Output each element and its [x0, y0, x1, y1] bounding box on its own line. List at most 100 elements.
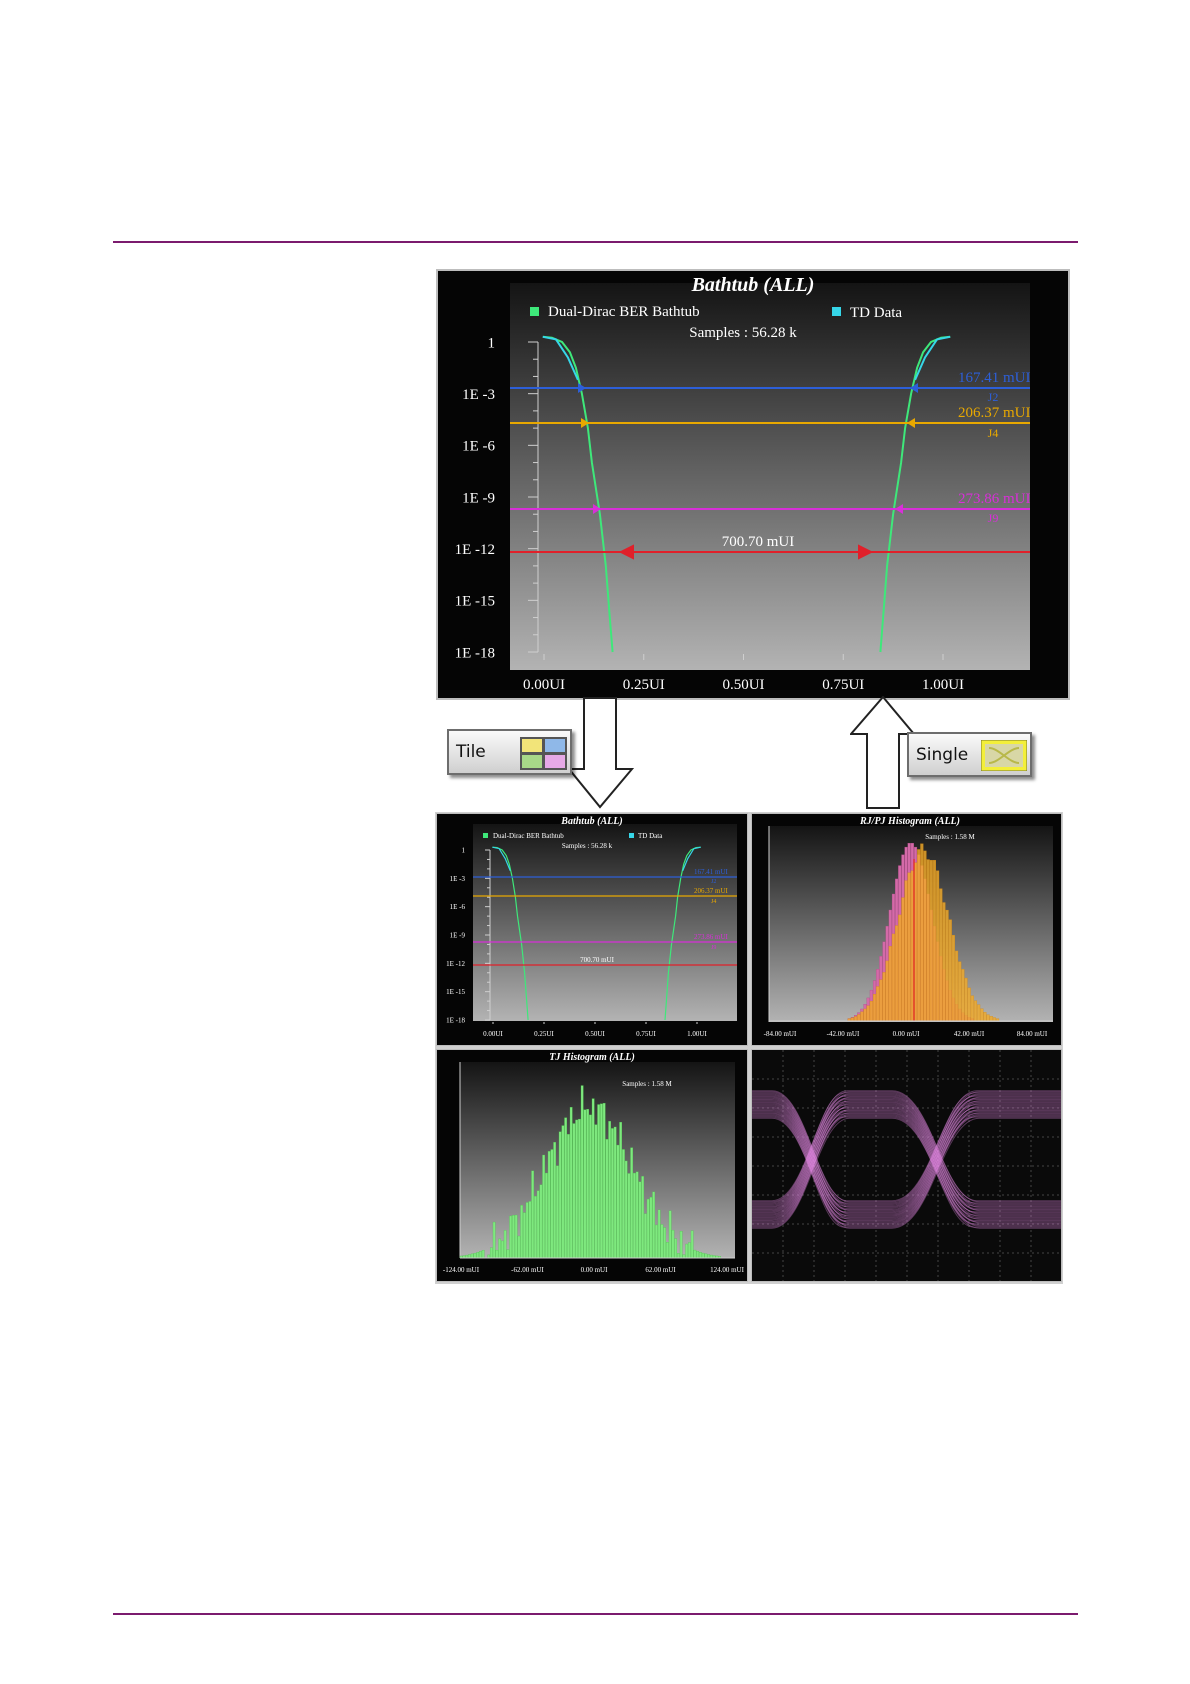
rjpj-orange-bar: [920, 843, 924, 1022]
tj-bar: [476, 1252, 479, 1259]
x-tick-label: 0.75UI: [822, 677, 864, 693]
rjpj-orange-bar: [866, 1005, 870, 1022]
tj-bar: [561, 1125, 565, 1259]
tj-bar: [536, 1190, 540, 1259]
down-arrow-icon: [568, 697, 634, 809]
rjpj-orange-bar: [945, 909, 949, 1022]
tj-bar: [567, 1134, 570, 1259]
tj-bar: [611, 1128, 614, 1259]
rjpj-title: RJ/PJ Histogram (ALL): [859, 816, 960, 827]
tj-bar: [520, 1205, 523, 1259]
tj-bar: [688, 1242, 691, 1259]
tile-eye-opening-label: 700.70 mUI: [580, 956, 615, 964]
tile-legend-td-swatch: [629, 833, 634, 838]
y-tick-label: 1E -3: [462, 387, 495, 403]
plot-area: [510, 283, 1030, 670]
single-button[interactable]: Single: [907, 732, 1032, 777]
tj-bar: [479, 1251, 482, 1259]
tj-bar: [649, 1197, 653, 1259]
rjpj-orange-bar: [986, 1014, 990, 1022]
tile-j2-value: 167.41 mUI: [694, 868, 729, 876]
rjpj-orange-bar: [929, 860, 933, 1022]
rjpj-x-tick-label: 84.00 mUI: [1017, 1030, 1048, 1038]
rjpj-orange-bar: [967, 987, 971, 1022]
rjpj-orange-bar: [888, 946, 892, 1022]
rjpj-orange-bar: [917, 849, 921, 1022]
y-tick-label: 1E -12: [446, 960, 465, 968]
tile-legend-td-label: TD Data: [638, 832, 663, 840]
tj-bar: [627, 1173, 631, 1259]
tj-bar: [503, 1230, 507, 1259]
tj-histogram-chart: TJ Histogram (ALL) Samples : 1.58 M -124…: [443, 1052, 745, 1274]
rjpj-orange-bar: [860, 1011, 864, 1022]
tj-bar: [657, 1209, 661, 1259]
rjpj-orange-bar: [970, 995, 974, 1022]
tile-bathtub-title: Bathtub (ALL): [560, 816, 622, 827]
tile-legend-bathtub-swatch: [483, 833, 488, 838]
tile-button-label: Tile: [456, 742, 486, 762]
tj-bar: [608, 1121, 611, 1259]
rjpj-orange-bar: [857, 1014, 861, 1022]
tj-bar: [591, 1098, 595, 1259]
tj-bar: [542, 1154, 545, 1259]
legend-bathtub-swatch: [530, 307, 539, 316]
bathtub-chart: Bathtub (ALL) Dual-Dirac BER Bathtub TD …: [455, 274, 1031, 693]
rjpj-x-tick-label: -84.00 mUI: [764, 1030, 797, 1038]
tj-bar: [644, 1213, 647, 1259]
tj-bar: [534, 1195, 537, 1259]
tile-samples-label: Samples : 56.28 k: [562, 842, 613, 850]
tj-bar: [569, 1107, 573, 1259]
tj-bar: [495, 1249, 499, 1259]
tj-samples: Samples : 1.58 M: [622, 1080, 672, 1088]
samples-label: Samples : 56.28 k: [689, 325, 797, 341]
tj-bar: [652, 1191, 655, 1259]
tj-bar: [605, 1139, 609, 1259]
tj-bar: [547, 1151, 551, 1259]
y-tick-label: 1E -9: [462, 490, 495, 506]
tj-bar: [655, 1224, 658, 1259]
tj-bar: [556, 1165, 559, 1259]
tj-x-tick-label: -124.00 mUI: [443, 1266, 480, 1274]
tile-bathtub-plot-area: [473, 824, 737, 1021]
tj-bar: [473, 1252, 477, 1259]
tile-bathtub: Bathtub (ALL) Dual-Dirac BER Bathtub TD …: [436, 813, 748, 1046]
tj-bar: [679, 1231, 683, 1259]
rjpj-orange-bar: [964, 977, 968, 1022]
tj-bar: [525, 1202, 529, 1259]
tj-bar: [580, 1085, 584, 1259]
rjpj-orange-bar: [936, 870, 940, 1022]
tj-bar: [685, 1243, 688, 1259]
rjpj-orange-bar: [955, 950, 959, 1022]
tj-x-axis: -124.00 mUI -62.00 mUI 0.00 mUI 62.00 mUI 12…: [443, 1257, 745, 1274]
tj-bar: [699, 1252, 702, 1259]
tile-legend-bathtub-label: Dual-Dirac BER Bathtub: [493, 832, 564, 840]
tile-button[interactable]: Tile: [447, 729, 572, 775]
tj-bar: [693, 1249, 697, 1259]
j9-value: 273.86 mUI: [958, 491, 1031, 507]
rjpj-samples: Samples : 1.58 M: [925, 833, 975, 841]
tj-bar: [531, 1170, 534, 1259]
tj-bar: [572, 1123, 576, 1259]
y-tick-label: 1: [462, 846, 466, 854]
rjpj-orange-bar: [904, 880, 908, 1022]
rjpj-orange-bar: [882, 972, 886, 1022]
tj-bar: [545, 1172, 548, 1259]
rjpj-orange-bar: [942, 902, 946, 1022]
rjpj-x-axis: -84.00 mUI -42.00 mUI 0.00 mUI 42.00 mUI 84.…: [764, 1020, 1053, 1038]
rjpj-orange-bar: [885, 960, 889, 1022]
rjpj-orange-bar: [869, 1000, 873, 1022]
tj-bar: [490, 1247, 493, 1259]
j2-value: 167.41 mUI: [958, 370, 1031, 386]
tj-bar: [550, 1149, 554, 1259]
tj-bar: [501, 1240, 504, 1259]
rjpj-orange-bar: [901, 897, 905, 1022]
bathtub-panel: Bathtub (ALL) Dual-Dirac BER Bathtub TD …: [436, 269, 1070, 700]
j4-label: J4: [988, 426, 999, 440]
tj-bar: [528, 1201, 532, 1259]
tile-bathtub-chart: Bathtub (ALL) Dual-Dirac BER Bathtub TD …: [446, 816, 737, 1038]
tj-bar: [677, 1253, 680, 1259]
tj-bar: [622, 1149, 625, 1259]
chart-title: Bathtub (ALL): [691, 274, 815, 296]
eye-diagram-chart: [752, 1050, 1061, 1281]
x-tick-label: 0.50UI: [585, 1030, 605, 1038]
